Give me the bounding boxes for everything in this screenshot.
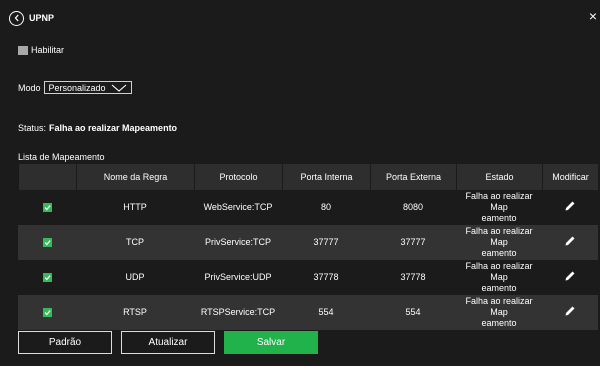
state-line-2: eamento xyxy=(481,248,517,258)
mode-row: Modo Personalizado xyxy=(18,81,132,94)
protocol: WebService:TCP xyxy=(203,202,273,212)
state-line-1: Falha ao realizar Map xyxy=(465,261,533,282)
rule-name: RTSP xyxy=(76,295,194,330)
pencil-icon xyxy=(565,271,575,281)
mapping-table: Nome da Regra Protocolo Porta Interna Po… xyxy=(18,164,598,330)
table-row: UDP PrivService:UDP 37778 37778 Falha ao… xyxy=(18,260,598,295)
pencil-icon xyxy=(565,236,575,246)
mapping-list-title: Lista de Mapeamento xyxy=(18,152,105,162)
upnp-panel: UPNP × Habilitar Modo Personalizado Stat… xyxy=(0,0,602,366)
edit-button[interactable] xyxy=(542,190,598,225)
header-modify: Modificar xyxy=(542,164,598,190)
header-protocol: Protocolo xyxy=(194,164,282,190)
row-checkbox[interactable] xyxy=(42,273,52,283)
header-select xyxy=(18,164,76,190)
back-arrow-icon[interactable] xyxy=(9,10,24,26)
mode-select[interactable]: Personalizado xyxy=(43,81,132,94)
row-checkbox[interactable] xyxy=(42,308,52,318)
close-icon[interactable]: × xyxy=(589,9,597,23)
header-internal-port: Porta Interna xyxy=(282,164,370,190)
rule-name: TCP xyxy=(76,225,194,260)
status-label: Status: xyxy=(18,123,47,133)
header-rule-name: Nome da Regra xyxy=(76,164,194,190)
state: Falha ao realizar Map eamento xyxy=(456,225,542,260)
state-line-2: eamento xyxy=(481,283,517,293)
external-port: 554 xyxy=(370,295,456,330)
enable-label: Habilitar xyxy=(31,45,65,55)
header-state: Estado xyxy=(456,164,542,190)
internal-port: 37778 xyxy=(313,272,339,282)
mode-select-value: Personalizado xyxy=(48,82,106,93)
mapping-list-label: Lista de Mapeamento xyxy=(18,152,105,162)
external-port: 37777 xyxy=(370,225,456,260)
internal-port: 554 xyxy=(282,295,370,330)
row-checkbox[interactable] xyxy=(42,203,52,213)
chevron-down-icon xyxy=(111,84,126,92)
external-port: 37778 xyxy=(400,272,426,282)
state-line-1: Falha ao realizar Map xyxy=(465,226,533,247)
pencil-icon xyxy=(565,201,575,211)
internal-port: 37777 xyxy=(282,225,370,260)
state-line-2: eamento xyxy=(481,213,517,223)
rule-name: HTTP xyxy=(123,202,147,212)
header-external-port: Porta Externa xyxy=(370,164,456,190)
refresh-button[interactable]: Atualizar xyxy=(121,331,215,354)
header: UPNP xyxy=(9,10,54,26)
table-header-row: Nome da Regra Protocolo Porta Interna Po… xyxy=(18,164,598,190)
protocol: PrivService:TCP xyxy=(194,225,282,260)
edit-button[interactable] xyxy=(542,295,598,330)
state: Falha ao realizar Map eamento xyxy=(456,295,542,330)
state-line-1: Falha ao realizar Map xyxy=(465,296,533,317)
table-row: TCP PrivService:TCP 37777 37777 Falha ao… xyxy=(18,225,598,260)
status-value: Falha ao realizar Mapeamento xyxy=(49,123,178,133)
enable-checkbox[interactable] xyxy=(18,45,28,55)
enable-row: Habilitar xyxy=(18,45,64,55)
rule-name: UDP xyxy=(125,272,145,282)
table-row: HTTP WebService:TCP 80 8080 Falha ao rea… xyxy=(18,190,598,225)
table-row: RTSP RTSPService:TCP 554 554 Falha ao re… xyxy=(18,295,598,330)
state-line-2: eamento xyxy=(481,318,517,328)
state: Falha ao realizar Map eamento xyxy=(456,260,542,295)
protocol: PrivService:UDP xyxy=(204,272,272,282)
protocol: RTSPService:TCP xyxy=(194,295,282,330)
mode-label: Modo xyxy=(18,82,41,93)
page-title: UPNP xyxy=(29,13,55,23)
status-row: Status: Falha ao realizar Mapeamento xyxy=(18,123,177,133)
save-button[interactable]: Salvar xyxy=(224,331,318,354)
edit-button[interactable] xyxy=(542,225,598,260)
edit-button[interactable] xyxy=(542,260,598,295)
state-line-1: Falha ao realizar Map xyxy=(465,191,533,212)
row-checkbox[interactable] xyxy=(42,238,52,248)
default-button[interactable]: Padrão xyxy=(18,331,112,354)
pencil-icon xyxy=(565,306,575,316)
internal-port: 80 xyxy=(320,202,331,212)
external-port: 8080 xyxy=(402,202,424,212)
state: Falha ao realizar Map eamento xyxy=(456,190,542,225)
